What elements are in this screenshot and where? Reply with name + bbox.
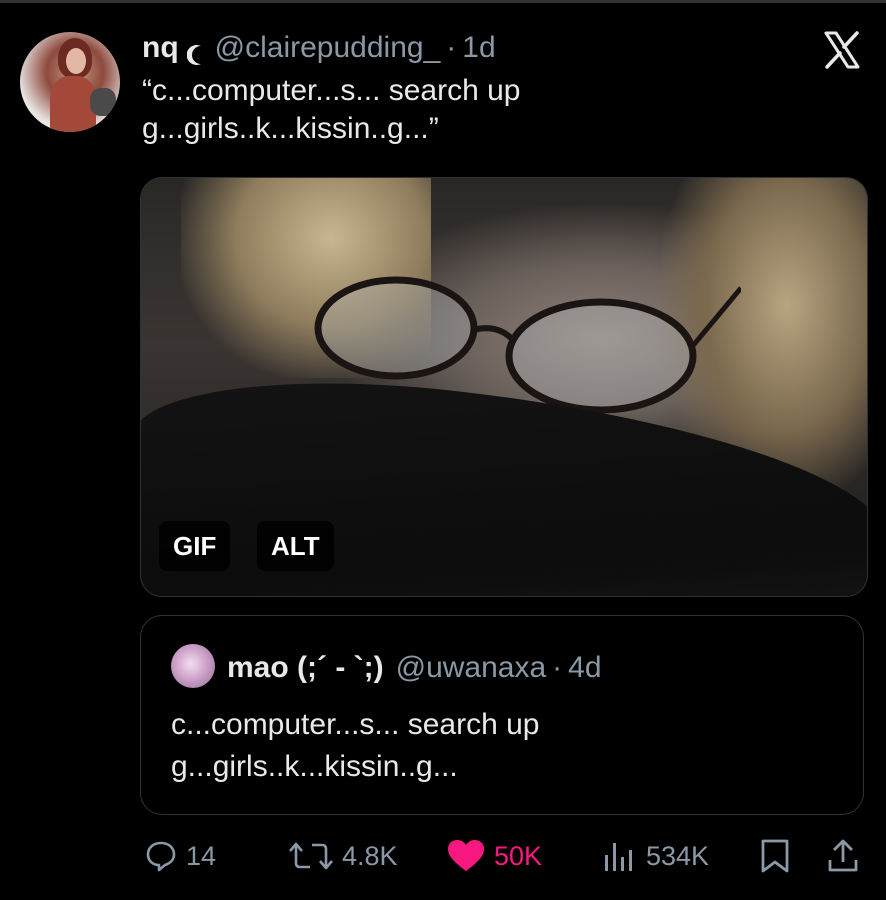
post-timestamp[interactable]: 1d xyxy=(462,28,495,68)
top-divider xyxy=(0,0,886,3)
reply-count: 14 xyxy=(186,840,217,871)
reply-button[interactable]: 14 xyxy=(144,836,216,876)
post-text: “c...computer...s... search up g...girls… xyxy=(142,74,521,145)
reply-icon xyxy=(146,841,176,872)
post-media-gif[interactable]: GIF ALT xyxy=(140,177,868,597)
header-separator: · xyxy=(446,31,457,64)
avatar-sleeve xyxy=(90,88,116,116)
quoted-post-text: c...computer...s... search up g...girls.… xyxy=(171,708,540,783)
action-bar: 14 4.8K 50K 534K xyxy=(140,836,866,876)
views-icon xyxy=(605,843,632,871)
author-avatar[interactable] xyxy=(20,32,120,132)
like-count: 50K xyxy=(494,840,543,871)
author-handle[interactable]: @clairepudding_ xyxy=(215,28,441,68)
bookmark-button[interactable] xyxy=(758,836,800,876)
crescent-moon-icon xyxy=(186,37,205,65)
heart-icon xyxy=(448,840,484,871)
author-name[interactable]: nq xyxy=(142,28,179,68)
share-button[interactable] xyxy=(826,836,868,876)
quoted-author-name[interactable]: mao (;´ - `;) xyxy=(227,648,384,688)
bookmark-icon xyxy=(761,839,789,873)
quoted-post-timestamp[interactable]: 4d xyxy=(568,648,601,688)
alt-badge[interactable]: ALT xyxy=(257,521,334,571)
like-button[interactable]: 50K xyxy=(446,836,542,876)
quoted-post-header: mao (;´ - `;) @uwanaxa · 4d xyxy=(227,648,602,688)
views-count: 534K xyxy=(646,840,710,871)
share-icon xyxy=(828,839,858,872)
x-logo[interactable] xyxy=(822,30,862,70)
post-header: nq @clairepudding_ · 1d xyxy=(142,28,496,68)
gif-badge[interactable]: GIF xyxy=(159,521,231,571)
repost-count: 4.8K xyxy=(342,840,398,871)
repost-icon xyxy=(289,842,333,870)
quoted-author-handle[interactable]: @uwanaxa xyxy=(396,648,547,688)
quoted-post[interactable]: mao (;´ - `;) @uwanaxa · 4d c...computer… xyxy=(140,615,864,815)
quoted-author-avatar[interactable] xyxy=(171,644,215,688)
quoted-header-separator: · xyxy=(552,651,563,684)
avatar-face xyxy=(66,48,86,74)
views-button[interactable]: 534K xyxy=(602,836,709,876)
repost-button[interactable]: 4.8K xyxy=(288,836,398,876)
